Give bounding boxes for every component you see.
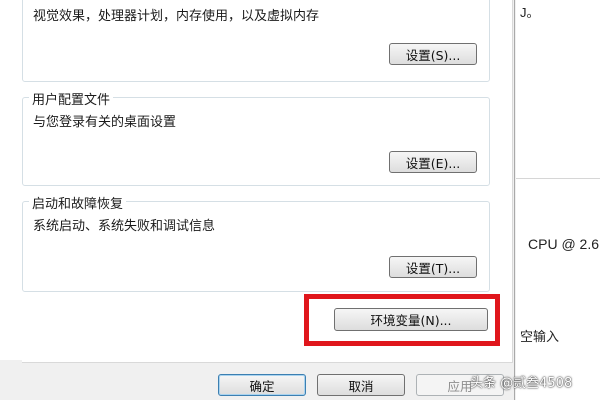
startup-recovery-title: 启动和故障恢复	[29, 193, 127, 212]
user-profiles-description: 与您登录有关的桌面设置	[33, 115, 177, 130]
background-text-fragment: J。	[520, 5, 540, 20]
performance-settings-button[interactable]: 设置(S)...	[389, 43, 477, 65]
input-text-fragment: 空输入	[520, 329, 560, 344]
watermark-text: 头条 @贰叁4508	[470, 376, 573, 391]
performance-description: 视觉效果，处理器计划，内存使用，以及虚拟内存	[33, 9, 320, 24]
startup-recovery-group: 启动和故障恢复 系统启动、系统失败和调试信息 设置(T)...	[22, 193, 490, 292]
ok-button[interactable]: 确定	[218, 374, 306, 396]
cpu-info-text: CPU @ 2.6	[528, 236, 600, 252]
background-window: J。 CPU @ 2.6 空输入	[516, 0, 600, 400]
highlight-box	[304, 294, 500, 346]
user-profiles-settings-button[interactable]: 设置(E)...	[389, 151, 477, 173]
cancel-button[interactable]: 取消	[317, 374, 405, 396]
system-properties-dialog: 视觉效果，处理器计划，内存使用，以及虚拟内存 设置(S)... 用户配置文件 与…	[0, 0, 515, 400]
startup-recovery-description: 系统启动、系统失败和调试信息	[33, 219, 216, 234]
performance-group: 视觉效果，处理器计划，内存使用，以及虚拟内存 设置(S)...	[22, 0, 490, 82]
user-profiles-title: 用户配置文件	[29, 89, 114, 108]
user-profiles-group: 用户配置文件 与您登录有关的桌面设置 设置(E)...	[22, 89, 490, 186]
background-divider	[516, 178, 600, 179]
startup-recovery-settings-button[interactable]: 设置(T)...	[389, 256, 477, 278]
